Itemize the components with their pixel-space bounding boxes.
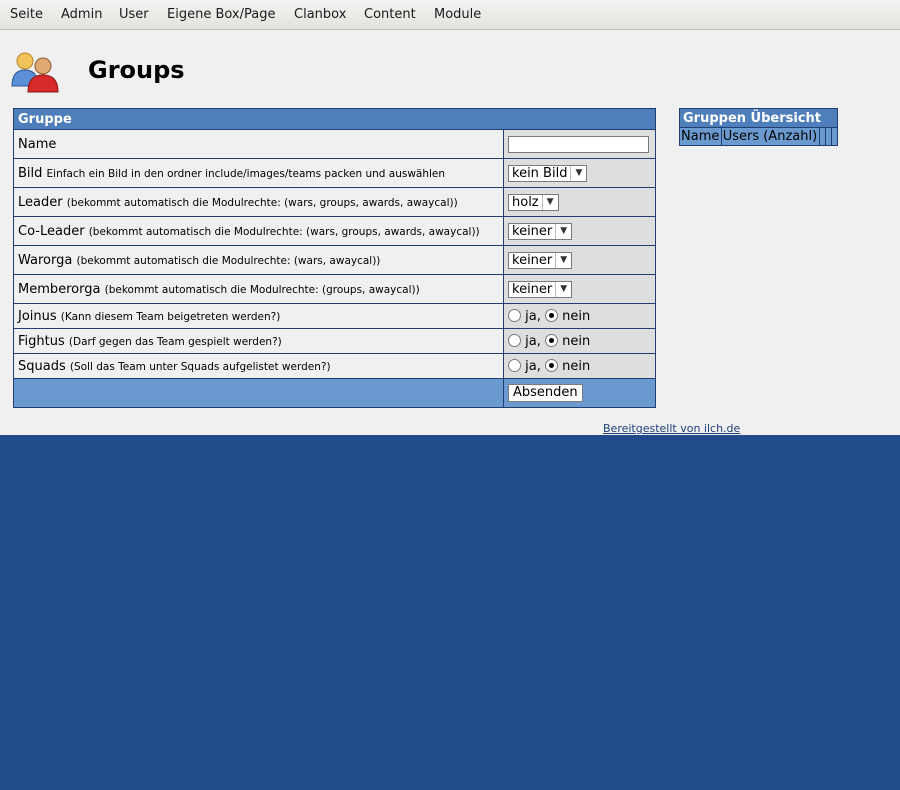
groups-overview-table: Gruppen Übersicht Name Users (Anzahl) — [679, 108, 838, 146]
warorga-label-text: Warorga — [18, 252, 73, 268]
memberorga-label-text: Memberorga — [18, 281, 101, 297]
users-group-icon — [11, 52, 59, 93]
joinus-yes-radio[interactable] — [508, 308, 521, 322]
top-menu-bar: Seite Admin User Eigene Box/Page Clanbox… — [0, 0, 900, 30]
bild-select[interactable]: kein Bild ▼ — [508, 164, 588, 182]
leader-select[interactable]: holz ▼ — [508, 193, 559, 211]
coleader-select-value: keiner — [512, 223, 553, 239]
joinus-no-radio[interactable] — [545, 308, 558, 322]
memberorga-label: Memberorga (bekommt automatisch die Modu… — [13, 274, 504, 304]
fightus-yes-label: ja, — [525, 333, 541, 349]
name-label-text: Name — [18, 136, 57, 152]
leader-label-text: Leader — [18, 194, 63, 210]
bild-cell: kein Bild ▼ — [503, 158, 656, 188]
form-header: Gruppe — [13, 108, 656, 130]
joinus-yes-label: ja, — [525, 308, 541, 324]
squads-cell: ja, nein — [503, 353, 656, 379]
squads-no-label: nein — [562, 358, 591, 374]
joinus-cell: ja, nein — [503, 303, 656, 329]
submit-button[interactable]: Absenden — [508, 384, 583, 402]
menu-item-admin[interactable]: Admin — [61, 7, 102, 22]
squads-label-text: Squads — [18, 358, 66, 374]
overview-header: Gruppen Übersicht — [679, 108, 838, 128]
menu-item-clanbox[interactable]: Clanbox — [294, 7, 346, 22]
group-form-table: Gruppe Name Bild Einfach ein Bild in den… — [13, 108, 656, 408]
content-area: Groups Gruppe Name Bild Einfach ein Bild… — [0, 30, 900, 435]
chevron-down-icon: ▼ — [570, 165, 586, 181]
bild-select-value: kein Bild — [512, 165, 568, 181]
warorga-cell: keiner ▼ — [503, 245, 656, 275]
coleader-select[interactable]: keiner ▼ — [508, 222, 573, 240]
fightus-label: Fightus (Darf gegen das Team gespielt we… — [13, 328, 504, 354]
name-cell — [503, 129, 656, 159]
fightus-no-label: nein — [562, 333, 591, 349]
joinus-label: Joinus (Kann diesem Team beigetreten wer… — [13, 303, 504, 329]
form-footer-actions: Absenden — [503, 378, 656, 408]
leader-hint: (bekommt automatisch die Modulrechte: (w… — [66, 196, 458, 209]
menu-item-module[interactable]: Module — [434, 7, 481, 22]
warorga-select[interactable]: keiner ▼ — [508, 251, 573, 269]
overview-col-users: Users (Anzahl) — [720, 127, 821, 146]
footer-credit-link[interactable]: Bereitgestellt von ilch.de — [603, 422, 740, 435]
leader-cell: holz ▼ — [503, 187, 656, 217]
menu-item-eigene-box-page[interactable]: Eigene Box/Page — [167, 7, 275, 22]
chevron-down-icon: ▼ — [555, 223, 571, 239]
fightus-no-radio[interactable] — [545, 333, 558, 347]
joinus-label-text: Joinus — [18, 308, 57, 324]
chevron-down-icon: ▼ — [555, 281, 571, 297]
page-title: Groups — [88, 56, 185, 84]
squads-yes-label: ja, — [525, 358, 541, 374]
menu-item-content[interactable]: Content — [364, 7, 416, 22]
coleader-label-text: Co-Leader — [18, 223, 85, 239]
memberorga-select-value: keiner — [512, 281, 553, 297]
leader-select-value: holz — [512, 194, 539, 210]
fightus-cell: ja, nein — [503, 328, 656, 354]
squads-no-radio[interactable] — [545, 358, 558, 372]
memberorga-cell: keiner ▼ — [503, 274, 656, 304]
fightus-yes-radio[interactable] — [508, 333, 521, 347]
bild-hint: Einfach ein Bild in den ordner include/i… — [46, 167, 446, 180]
fightus-hint: (Darf gegen das Team gespielt werden?) — [68, 335, 282, 348]
overview-col-name: Name — [679, 127, 722, 146]
memberorga-select[interactable]: keiner ▼ — [508, 280, 573, 298]
menu-item-user[interactable]: User — [119, 7, 149, 22]
warorga-label: Warorga (bekommt automatisch die Modulre… — [13, 245, 504, 275]
warorga-select-value: keiner — [512, 252, 553, 268]
chevron-down-icon: ▼ — [541, 194, 558, 210]
fightus-label-text: Fightus — [18, 333, 65, 349]
coleader-hint: (bekommt automatisch die Modulrechte: (w… — [88, 225, 480, 238]
leader-label: Leader (bekommt automatisch die Modulrec… — [13, 187, 504, 217]
name-input[interactable] — [508, 135, 649, 153]
bild-label-text: Bild — [18, 165, 43, 181]
coleader-cell: keiner ▼ — [503, 216, 656, 246]
squads-hint: (Soll das Team unter Squads aufgelistet … — [69, 360, 331, 373]
overview-col-empty — [831, 127, 838, 146]
squads-yes-radio[interactable] — [508, 358, 521, 372]
memberorga-hint: (bekommt automatisch die Modulrechte: (g… — [104, 283, 420, 296]
name-label: Name — [13, 129, 504, 159]
chevron-down-icon: ▼ — [555, 252, 571, 268]
form-footer-spacer — [13, 378, 504, 408]
menu-item-seite[interactable]: Seite — [10, 7, 43, 22]
warorga-hint: (bekommt automatisch die Modulrechte: (w… — [76, 254, 381, 267]
bild-label: Bild Einfach ein Bild in den ordner incl… — [13, 158, 504, 188]
squads-label: Squads (Soll das Team unter Squads aufge… — [13, 353, 504, 379]
coleader-label: Co-Leader (bekommt automatisch die Modul… — [13, 216, 504, 246]
joinus-hint: (Kann diesem Team beigetreten werden?) — [60, 310, 281, 323]
joinus-no-label: nein — [562, 308, 591, 324]
